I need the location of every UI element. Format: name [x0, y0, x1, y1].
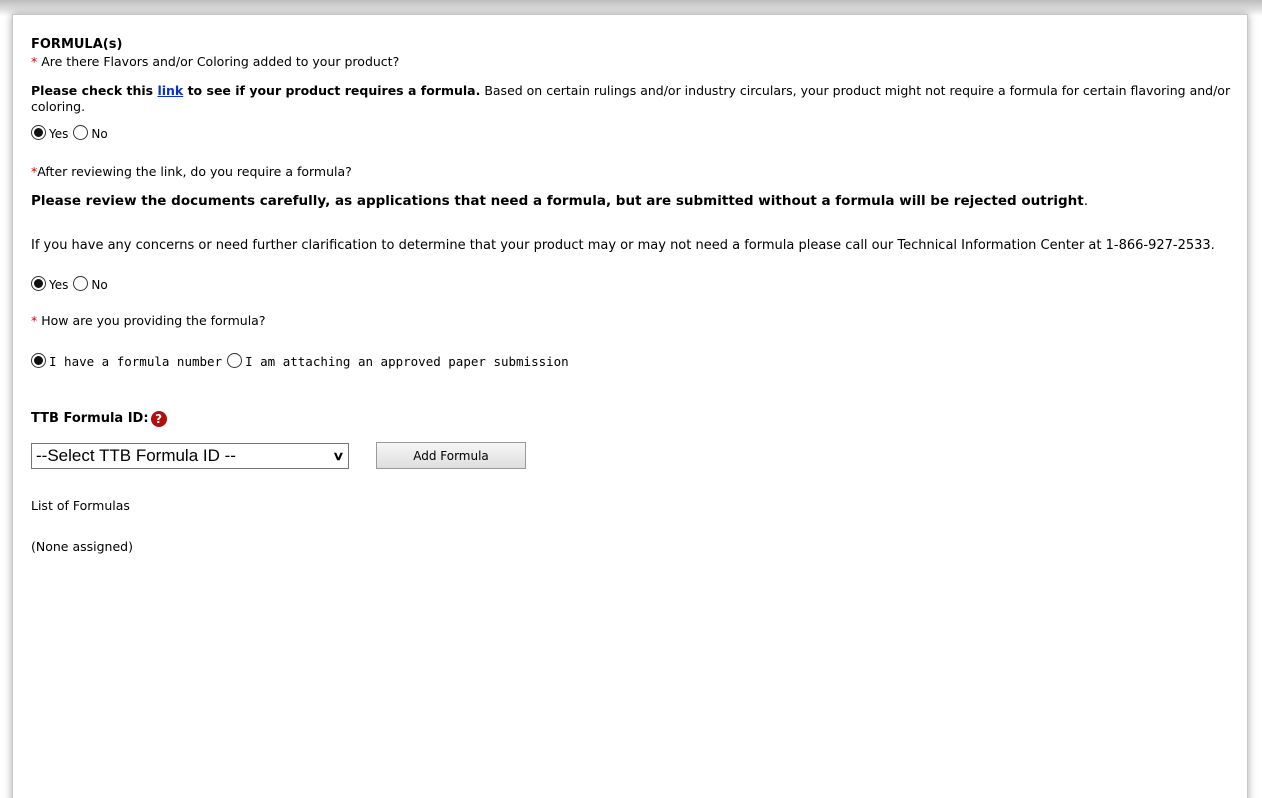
require-formula-no-label[interactable]: No — [91, 277, 107, 293]
formula-id-controls: --Select TTB Formula ID -- ∨ Add Formula — [31, 442, 1236, 472]
flavors-question-text: Are there Flavors and/or Coloring added … — [37, 54, 400, 69]
radio-selected-dot — [34, 127, 43, 137]
require-formula-radio-group: Yes No — [31, 273, 1236, 293]
check-link-suffix: to see if your product requires a formul… — [183, 83, 481, 98]
formula-list-heading: List of Formulas — [31, 498, 130, 513]
formula-id-select[interactable]: --Select TTB Formula ID -- ∨ — [31, 442, 349, 469]
providing-formula-radio-group: I have a formula number I am attaching a… — [31, 350, 1236, 370]
formula-number-radio[interactable] — [31, 352, 46, 368]
section-title: FORMULA(s) — [31, 37, 123, 52]
require-formula-yes-radio[interactable] — [31, 275, 46, 291]
radio-selected-dot — [34, 278, 43, 288]
formula-id-select-value: --Select TTB Formula ID -- — [36, 445, 236, 465]
require-formula-no-radio[interactable] — [73, 275, 89, 291]
paper-submission-label[interactable]: I am attaching an approved paper submiss… — [245, 354, 569, 370]
add-formula-button[interactable]: Add Formula — [376, 442, 526, 469]
formula-id-label: TTB Formula ID: — [31, 411, 149, 426]
formula-number-label[interactable]: I have a formula number — [49, 354, 222, 370]
rejection-warning: Please review the documents carefully, a… — [31, 193, 1236, 227]
require-formula-question: *After reviewing the link, do you requir… — [31, 164, 1236, 181]
flavors-question: * Are there Flavors and/or Coloring adde… — [31, 54, 1236, 71]
chevron-down-icon: ∨ — [332, 448, 345, 463]
flavors-no-label[interactable]: No — [91, 126, 107, 142]
providing-formula-question: * How are you providing the formula? — [31, 313, 1236, 330]
flavors-radio-group: Yes No — [31, 122, 1236, 142]
flavors-yes-radio[interactable] — [31, 124, 46, 140]
flavors-no-radio[interactable] — [73, 124, 89, 140]
formula-list-empty: (None assigned) — [31, 539, 133, 554]
paper-submission-radio[interactable] — [227, 352, 243, 368]
question-circle-icon[interactable]: ? — [150, 411, 167, 427]
formula-link-note: Please check this link to see if your pr… — [31, 83, 1236, 116]
require-formula-question-text: After reviewing the link, do you require… — [37, 164, 352, 179]
radio-selected-dot — [34, 355, 43, 365]
contact-info: If you have any concerns or need further… — [31, 238, 1215, 253]
formula-id-label-row: TTB Formula ID: ? — [31, 409, 1236, 429]
window-frame: FORMULA(s) * Are there Flavors and/or Co… — [0, 0, 1262, 798]
formula-form: FORMULA(s) * Are there Flavors and/or Co… — [31, 37, 1236, 556]
formula-panel: FORMULA(s) * Are there Flavors and/or Co… — [12, 14, 1248, 798]
check-link-prefix: Please check this — [31, 83, 158, 98]
rejection-warning-text: Please review the documents carefully, a… — [31, 193, 1084, 209]
providing-formula-question-text: How are you providing the formula? — [37, 313, 266, 328]
flavors-yes-label[interactable]: Yes — [49, 126, 68, 142]
rejection-warning-period: . — [1083, 193, 1089, 209]
require-formula-yes-label[interactable]: Yes — [49, 277, 68, 293]
formula-requirement-link[interactable]: link — [157, 83, 183, 98]
